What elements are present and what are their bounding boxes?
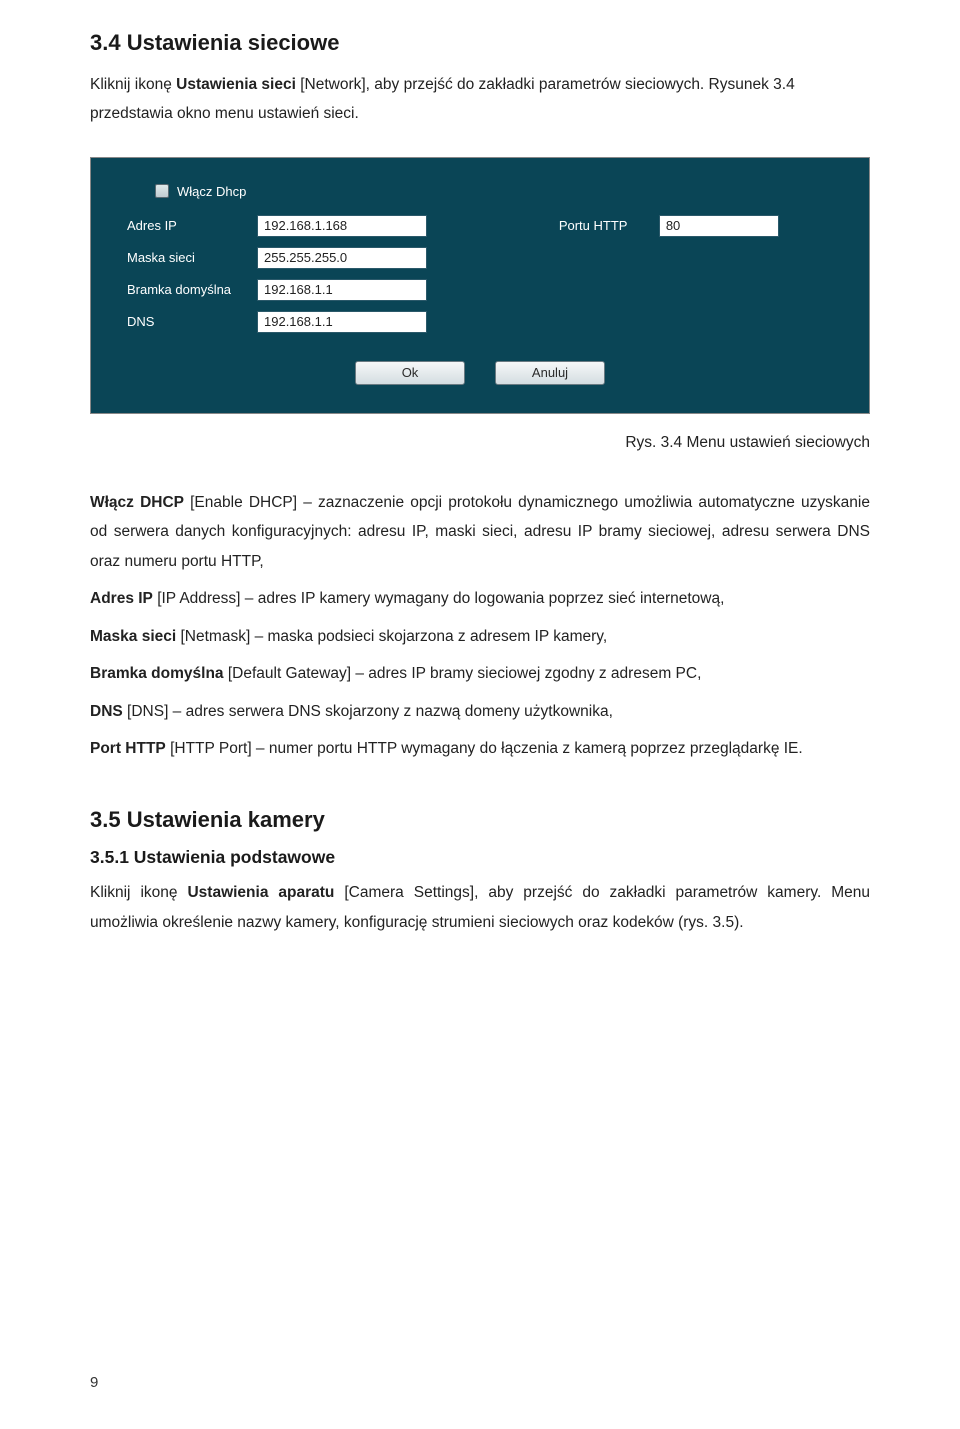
desc-gw-text: [Default Gateway] – adres IP bramy sieci… xyxy=(224,665,702,682)
intro-text-bold: Ustawienia sieci xyxy=(176,76,296,93)
dns-row: DNS xyxy=(127,311,527,333)
desc-port: Port HTTP [HTTP Port] – numer portu HTTP… xyxy=(90,734,870,763)
figure-caption: Rys. 3.4 Menu ustawień sieciowych xyxy=(90,434,870,452)
dns-label: DNS xyxy=(127,314,257,329)
desc-dns-text: [DNS] – adres serwera DNS skojarzony z n… xyxy=(123,703,613,720)
http-port-row: Portu HTTP xyxy=(559,215,841,237)
desc-mask: Maska sieci [Netmask] – maska podsieci s… xyxy=(90,622,870,651)
desc-mask-bold: Maska sieci xyxy=(90,628,176,645)
dhcp-checkbox-label: Włącz Dhcp xyxy=(177,184,246,199)
desc-ip-bold: Adres IP xyxy=(90,590,153,607)
gateway-label: Bramka domyślna xyxy=(127,282,257,297)
netmask-label: Maska sieci xyxy=(127,250,257,265)
desc-gw-bold: Bramka domyślna xyxy=(90,665,224,682)
netmask-row: Maska sieci xyxy=(127,247,527,269)
section-351-heading: 3.5.1 Ustawienia podstawowe xyxy=(90,847,870,868)
desc-ip-text: [IP Address] – adres IP kamery wymagany … xyxy=(153,590,725,607)
section-35-paragraph: Kliknij ikonę Ustawienia aparatu [Camera… xyxy=(90,878,870,937)
desc-port-text: [HTTP Port] – numer portu HTTP wymagany … xyxy=(166,740,803,757)
intro-text-pre: Kliknij ikonę xyxy=(90,76,176,93)
ip-address-row: Adres IP xyxy=(127,215,527,237)
section-34-intro: Kliknij ikonę Ustawienia sieci [Network]… xyxy=(90,70,870,129)
desc-dns-bold: DNS xyxy=(90,703,123,720)
netmask-input[interactable] xyxy=(257,247,427,269)
desc-dns: DNS [DNS] – adres serwera DNS skojarzony… xyxy=(90,697,870,726)
ok-button[interactable]: Ok xyxy=(355,361,465,385)
http-port-label: Portu HTTP xyxy=(559,218,659,233)
sec35-bold: Ustawienia aparatu xyxy=(187,884,334,901)
desc-dhcp-bold: Włącz DHCP xyxy=(90,494,184,511)
desc-gateway: Bramka domyślna [Default Gateway] – adre… xyxy=(90,659,870,688)
dhcp-checkbox-row[interactable]: Włącz Dhcp xyxy=(119,184,841,199)
desc-mask-text: [Netmask] – maska podsieci skojarzona z … xyxy=(176,628,607,645)
desc-ip: Adres IP [IP Address] – adres IP kamery … xyxy=(90,584,870,613)
page-number: 9 xyxy=(90,1374,98,1391)
cancel-button[interactable]: Anuluj xyxy=(495,361,605,385)
desc-dhcp-text: [Enable DHCP] – zaznaczenie opcji protok… xyxy=(90,494,870,570)
network-settings-panel: Włącz Dhcp Adres IP Maska sieci Bramka d… xyxy=(90,157,870,414)
checkbox-icon[interactable] xyxy=(155,184,169,198)
section-35-heading: 3.5 Ustawienia kamery xyxy=(90,807,870,833)
http-port-input[interactable] xyxy=(659,215,779,237)
ip-address-label: Adres IP xyxy=(127,218,257,233)
gateway-input[interactable] xyxy=(257,279,427,301)
ip-address-input[interactable] xyxy=(257,215,427,237)
desc-port-bold: Port HTTP xyxy=(90,740,166,757)
section-34-heading: 3.4 Ustawienia sieciowe xyxy=(90,30,870,56)
dns-input[interactable] xyxy=(257,311,427,333)
desc-dhcp: Włącz DHCP [Enable DHCP] – zaznaczenie o… xyxy=(90,488,870,576)
sec35-pre: Kliknij ikonę xyxy=(90,884,187,901)
gateway-row: Bramka domyślna xyxy=(127,279,527,301)
